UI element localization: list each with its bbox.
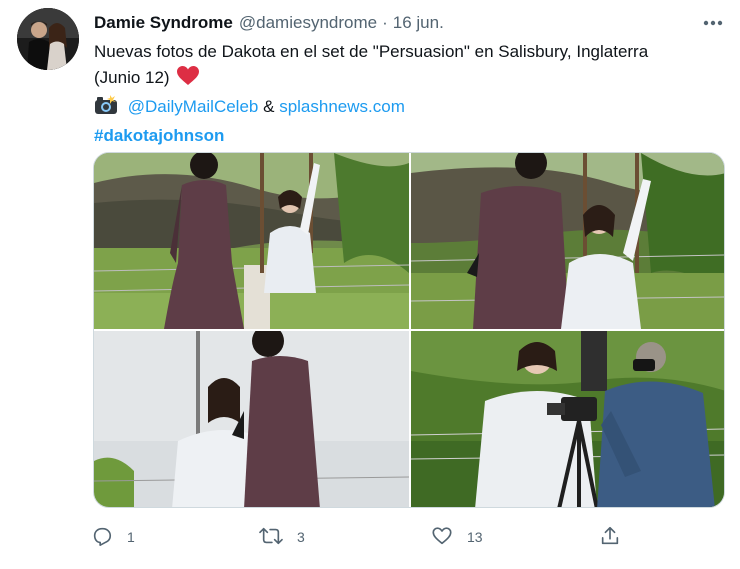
photo-1[interactable] xyxy=(94,153,409,329)
media-grid xyxy=(93,152,725,508)
tweet-date[interactable]: 16 jun. xyxy=(393,13,444,33)
share-icon xyxy=(599,525,621,550)
tweet-text-line1: Nuevas fotos de Dakota en el set de "Per… xyxy=(94,42,649,61)
display-name[interactable]: Damie Syndrome xyxy=(94,13,233,33)
reply-icon xyxy=(91,525,113,550)
photo-2[interactable] xyxy=(411,153,724,329)
credits-line: @DailyMailCeleb & splashnews.com xyxy=(94,94,734,123)
tweet-text: Nuevas fotos de Dakota en el set de "Per… xyxy=(94,39,734,149)
heart-icon xyxy=(431,525,453,550)
hashtag-link[interactable]: #dakotajohnson xyxy=(94,126,224,145)
avatar-image xyxy=(17,8,79,70)
action-bar: 1 3 13 xyxy=(91,524,641,550)
retweet-icon xyxy=(259,525,283,550)
like-button[interactable]: 13 xyxy=(431,524,483,550)
camera-with-flash-icon xyxy=(94,95,118,123)
separator-dot: · xyxy=(382,13,388,32)
tweet: Damie Syndrome @damiesyndrome · 16 jun. … xyxy=(0,0,740,569)
share-button[interactable] xyxy=(599,524,621,550)
user-handle[interactable]: @damiesyndrome xyxy=(239,13,377,33)
credit-link-splashnews[interactable]: splashnews.com xyxy=(279,97,405,116)
retweet-count: 3 xyxy=(297,529,305,545)
avatar[interactable] xyxy=(17,8,79,70)
reply-count: 1 xyxy=(127,529,135,545)
tweet-text-line2: (Junio 12) xyxy=(94,68,170,87)
photo-4[interactable] xyxy=(411,331,724,507)
tweet-header: Damie Syndrome @damiesyndrome · 16 jun. xyxy=(94,12,444,34)
red-heart-emoji-icon xyxy=(177,66,200,94)
hashtag-line: #dakotajohnson xyxy=(94,123,734,149)
credit-link-dailymailceleb[interactable]: @DailyMailCeleb xyxy=(128,97,259,116)
photo-3[interactable] xyxy=(94,331,409,507)
retweet-button[interactable]: 3 xyxy=(259,524,305,550)
like-count: 13 xyxy=(467,529,483,545)
reply-button[interactable]: 1 xyxy=(91,524,135,550)
credit-ampersand: & xyxy=(263,97,275,116)
tweet-text-line2-row: (Junio 12) xyxy=(94,65,734,94)
more-horizontal-icon[interactable] xyxy=(700,12,726,34)
